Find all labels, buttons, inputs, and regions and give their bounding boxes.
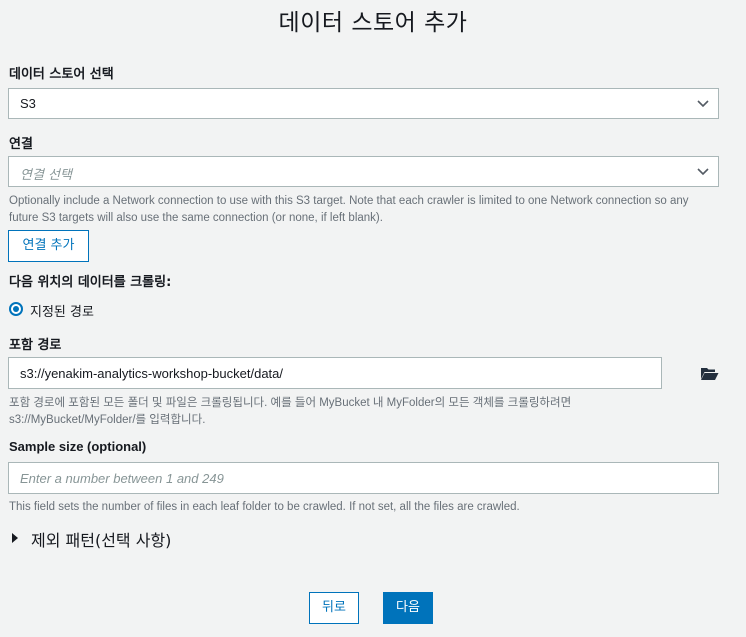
- sample-size-input[interactable]: Enter a number between 1 and 249: [8, 462, 719, 494]
- include-path-help-line2: s3://MyBucket/MyFolder/를 입력합니다.: [9, 414, 206, 426]
- add-connection-button[interactable]: 연결 추가: [8, 230, 89, 262]
- exclude-patterns-label: 제외 패턴(선택 사항): [31, 531, 172, 550]
- back-button[interactable]: 뒤로: [309, 592, 359, 624]
- chevron-down-icon: [697, 168, 709, 176]
- specified-path-radio-label: 지정된 경로: [30, 305, 94, 320]
- connection-select[interactable]: 연결 선택: [8, 156, 719, 187]
- datastore-label: 데이터 스토어 선택: [9, 67, 114, 82]
- datastore-select-value: S3: [20, 96, 36, 111]
- caret-right-icon: [12, 533, 18, 543]
- next-button[interactable]: 다음: [383, 592, 433, 624]
- exclude-patterns-expander[interactable]: 제외 패턴(선택 사항): [10, 527, 210, 550]
- folder-open-icon[interactable]: [700, 366, 719, 381]
- crawl-label: 다음 위치의 데이터를 크롤링:: [9, 275, 172, 290]
- page-title: 데이터 스토어 추가: [278, 10, 468, 36]
- connection-help-line2: future S3 targets will also use the same…: [9, 212, 383, 224]
- include-path-input[interactable]: s3://yenakim-analytics-workshop-bucket/d…: [8, 357, 662, 389]
- include-path-help-line1: 포함 경로에 포함된 모든 폴더 및 파일은 크롤링됩니다. 예를 들어 MyB…: [9, 397, 572, 409]
- sample-size-placeholder: Enter a number between 1 and 249: [20, 471, 224, 486]
- datastore-select[interactable]: S3: [8, 88, 719, 119]
- connection-select-placeholder: 연결 선택: [20, 168, 72, 183]
- connection-label: 연결: [9, 137, 33, 152]
- sample-size-label: Sample size (optional): [9, 439, 147, 454]
- connection-help-line1: Optionally include a Network connection …: [9, 195, 689, 207]
- chevron-down-icon: [697, 100, 709, 108]
- sample-size-help: This field sets the number of files in e…: [9, 501, 520, 513]
- include-path-label: 포함 경로: [9, 338, 62, 353]
- include-path-value: s3://yenakim-analytics-workshop-bucket/d…: [20, 366, 284, 381]
- specified-path-radio[interactable]: [9, 302, 23, 316]
